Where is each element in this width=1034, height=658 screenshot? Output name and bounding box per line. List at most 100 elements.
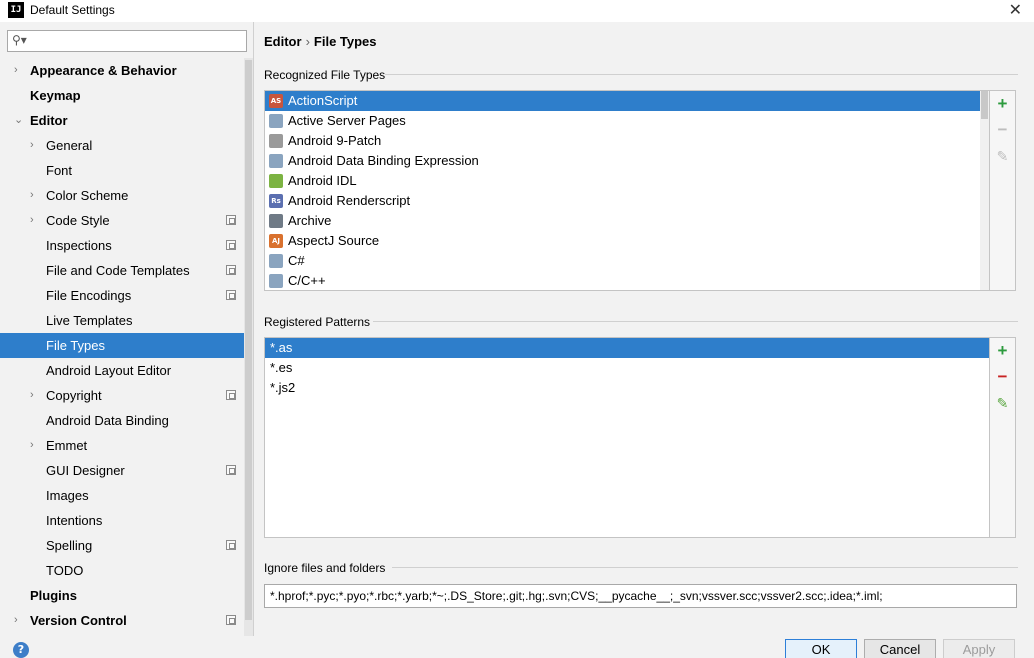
breadcrumb-current: File Types xyxy=(313,34,377,49)
edit-file-type-button[interactable]: ✎ xyxy=(990,143,1015,169)
chevron-right-icon[interactable]: › xyxy=(30,433,34,458)
divider xyxy=(385,74,1018,75)
tree-item-label: Keymap xyxy=(30,88,81,103)
file-type-row[interactable]: Android 9-Patch xyxy=(265,131,989,151)
scrollbar-thumb[interactable] xyxy=(981,91,988,119)
tree-item-appearance-behavior[interactable]: › Appearance & Behavior xyxy=(0,58,244,83)
file-type-label: Android Data Binding Expression xyxy=(288,153,479,168)
breadcrumb-parent[interactable]: Editor xyxy=(264,34,302,49)
tree-item-label: Intentions xyxy=(46,513,103,528)
tree-item-label: TODO xyxy=(46,563,84,578)
tree-item-file-and-code-templates[interactable]: File and Code Templates xyxy=(0,258,244,283)
tree-item-label: GUI Designer xyxy=(46,463,125,478)
tree-item-todo[interactable]: TODO xyxy=(0,558,244,583)
help-icon[interactable]: ? xyxy=(13,642,29,658)
intellij-app-icon: IJ xyxy=(8,2,24,18)
tree-item-editor[interactable]: ⌄ Editor xyxy=(0,108,244,133)
ignore-files-input[interactable]: *.hprof;*.pyc;*.pyo;*.rbc;*.yarb;*~;.DS_… xyxy=(264,584,1017,608)
search-input[interactable]: ⚲▾ xyxy=(7,30,247,52)
chevron-right-icon[interactable]: › xyxy=(14,608,18,633)
tree-item-code-style[interactable]: › Code Style xyxy=(0,208,244,233)
file-type-label: Active Server Pages xyxy=(288,113,406,128)
file-type-row[interactable]: Rs Android Renderscript xyxy=(265,191,989,211)
chevron-down-icon[interactable]: ⌄ xyxy=(14,108,23,133)
recognized-file-types-list[interactable]: AS ActionScript Active Server Pages Android… xyxy=(264,90,990,291)
project-scope-icon xyxy=(226,215,236,225)
project-scope-icon xyxy=(226,615,236,625)
file-type-row[interactable]: Active Server Pages xyxy=(265,111,989,131)
title-bar: IJ Default Settings ✕ xyxy=(0,0,1034,22)
tree-item-label: Android Layout Editor xyxy=(46,363,172,378)
chevron-right-icon[interactable]: › xyxy=(30,133,34,158)
tree-item-label: Images xyxy=(46,488,89,503)
tree-item-plugins[interactable]: Plugins xyxy=(0,583,244,608)
close-icon[interactable]: ✕ xyxy=(1009,0,1022,20)
divider xyxy=(392,567,1018,568)
chevron-right-icon[interactable]: › xyxy=(14,58,18,83)
tree-item-version-control[interactable]: › Version Control xyxy=(0,608,244,633)
file-type-row[interactable]: C/C++ xyxy=(265,271,989,290)
add-pattern-button[interactable]: + xyxy=(990,338,1015,364)
tree-item-label: Plugins xyxy=(30,588,77,603)
tree-item-label: Inspections xyxy=(46,238,112,253)
tree-item-file-types[interactable]: File Types xyxy=(0,333,244,358)
file-icon xyxy=(269,154,283,168)
tree-item-spelling[interactable]: Spelling xyxy=(0,533,244,558)
scrollbar-thumb[interactable] xyxy=(245,60,252,620)
apply-button[interactable]: Apply xyxy=(943,639,1015,658)
tree-item-label: Code Style xyxy=(46,213,110,228)
tree-item-live-templates[interactable]: Live Templates xyxy=(0,308,244,333)
remove-pattern-button[interactable]: − xyxy=(990,364,1015,390)
pattern-row[interactable]: *.js2 xyxy=(265,378,989,398)
tree-item-android-data-binding[interactable]: Android Data Binding xyxy=(0,408,244,433)
tree-item-label: Font xyxy=(46,163,73,178)
tree-item-label: General xyxy=(46,138,93,153)
tree-item-android-layout-editor[interactable]: Android Layout Editor xyxy=(0,358,244,383)
file-type-label: Android Renderscript xyxy=(288,193,411,208)
tree-item-label: Editor xyxy=(30,113,68,128)
tree-item-label: Android Data Binding xyxy=(46,413,169,428)
file-type-row[interactable]: Android IDL xyxy=(265,171,989,191)
actionscript-icon: AS xyxy=(269,94,283,108)
chevron-right-icon[interactable]: › xyxy=(30,183,34,208)
chevron-right-icon[interactable]: › xyxy=(30,383,34,408)
file-icon xyxy=(269,114,283,128)
chevron-right-icon[interactable]: › xyxy=(30,208,34,233)
pattern-row[interactable]: *.as xyxy=(265,338,989,358)
project-scope-icon xyxy=(226,240,236,250)
file-type-label: Android 9-Patch xyxy=(288,133,382,148)
registered-patterns-list[interactable]: *.as *.es *.js2 xyxy=(264,337,990,538)
file-type-row[interactable]: AS ActionScript xyxy=(265,91,989,111)
cancel-button[interactable]: Cancel xyxy=(864,639,936,658)
tree-item-copyright[interactable]: › Copyright xyxy=(0,383,244,408)
edit-pattern-button[interactable]: ✎ xyxy=(990,390,1015,416)
tree-item-intentions[interactable]: Intentions xyxy=(0,508,244,533)
pattern-row[interactable]: *.es xyxy=(265,358,989,378)
tree-item-keymap[interactable]: Keymap xyxy=(0,83,244,108)
project-scope-icon xyxy=(226,265,236,275)
tree-item-gui-designer[interactable]: GUI Designer xyxy=(0,458,244,483)
file-types-panel: Editor › File Types Recognized File Types … xyxy=(255,22,1034,636)
add-file-type-button[interactable]: + xyxy=(990,91,1015,117)
ok-button[interactable]: OK xyxy=(785,639,857,658)
sidebar-scrollbar[interactable] xyxy=(244,58,253,636)
remove-file-type-button[interactable]: − xyxy=(990,117,1015,143)
tree-item-emmet[interactable]: › Emmet xyxy=(0,433,244,458)
tree-item-color-scheme[interactable]: › Color Scheme xyxy=(0,183,244,208)
tree-item-label: File Types xyxy=(46,338,106,353)
tree-item-inspections[interactable]: Inspections xyxy=(0,233,244,258)
tree-item-images[interactable]: Images xyxy=(0,483,244,508)
breadcrumb-separator: › xyxy=(305,34,310,49)
file-type-row[interactable]: AJ AspectJ Source xyxy=(265,231,989,251)
file-type-row[interactable]: Archive xyxy=(265,211,989,231)
list-scrollbar[interactable] xyxy=(980,91,989,290)
divider xyxy=(373,321,1018,322)
tree-item-file-encodings[interactable]: File Encodings xyxy=(0,283,244,308)
tree-item-font[interactable]: Font xyxy=(0,158,244,183)
renderscript-icon: Rs xyxy=(269,194,283,208)
file-type-row[interactable]: C# xyxy=(265,251,989,271)
file-type-label: C# xyxy=(288,253,305,268)
tree-item-label: Color Scheme xyxy=(46,188,129,203)
tree-item-general[interactable]: › General xyxy=(0,133,244,158)
file-type-row[interactable]: Android Data Binding Expression xyxy=(265,151,989,171)
